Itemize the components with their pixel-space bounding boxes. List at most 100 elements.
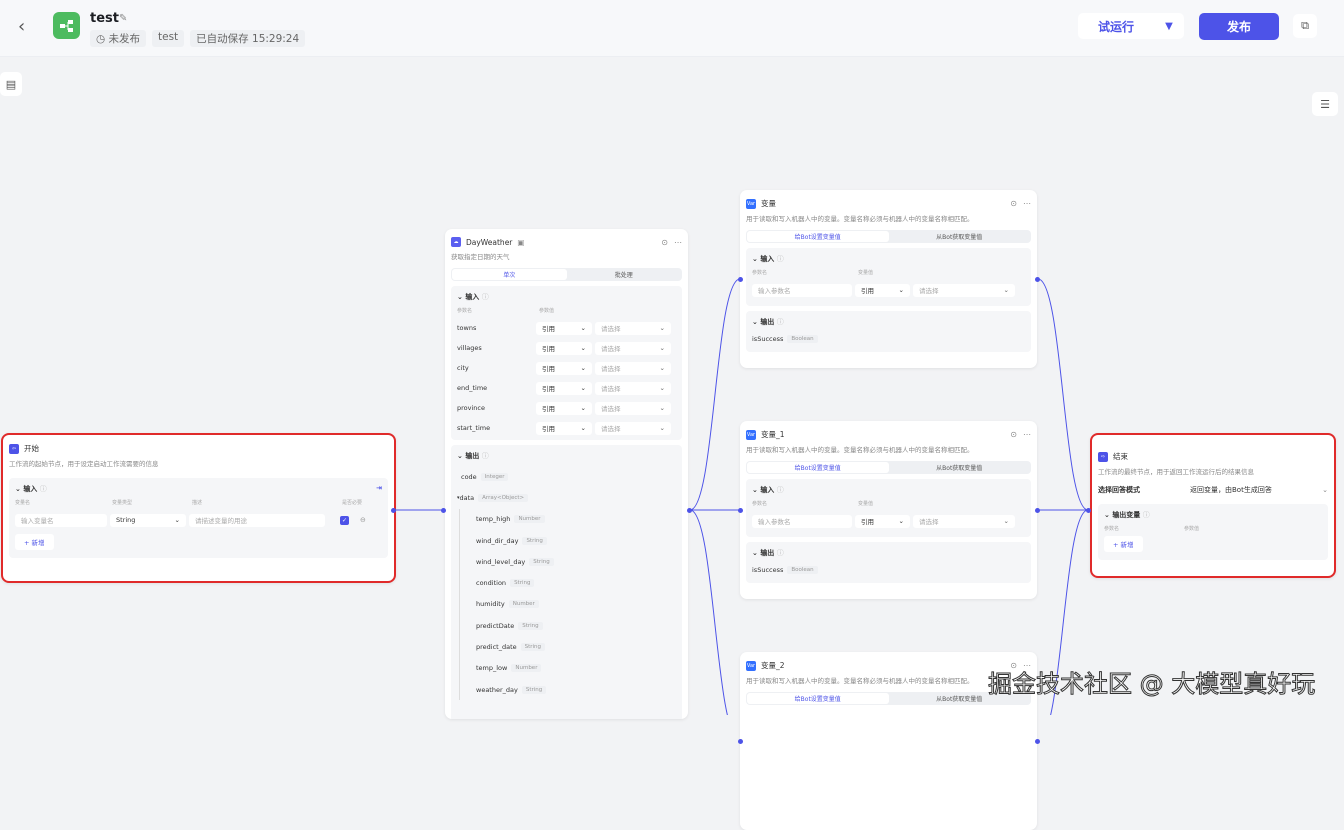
input-row: villages 引用 ⌄ 请选择 ⌄	[457, 338, 676, 358]
more-icon[interactable]: ⋯	[1023, 199, 1031, 208]
watermark: 掘金技术社区 @ 大模型真好玩	[987, 670, 1316, 699]
value-select[interactable]: 请选择 ⌄	[595, 341, 671, 355]
end-icon: ⇨	[1098, 451, 1108, 462]
section-title: 输入	[23, 485, 38, 493]
node-desc: 工作流的最终节点，用于返回工作流运行后的结果信息	[1098, 468, 1254, 476]
add-variable-button[interactable]: + 新增	[15, 534, 54, 550]
variable-icon: Var	[746, 429, 756, 440]
param-name: towns	[457, 324, 477, 332]
output-child-row: temp_high Number	[460, 509, 676, 530]
tab-get-variable[interactable]: 从Bot获取变量值	[889, 231, 1031, 242]
variable-node[interactable]: Var 变量_1 ⊙ ⋯ 用于读取和写入机器人中的变量。变量名称必须与机器人中的变量名…	[740, 421, 1037, 599]
port[interactable]	[738, 277, 743, 282]
run-icon[interactable]: ⊙	[1010, 430, 1017, 439]
edge-weather-var	[689, 278, 741, 511]
output-row: code Integer	[457, 466, 676, 487]
param-name: end_time	[457, 384, 488, 392]
input-row: end_time 引用 ⌄ 请选择 ⌄	[457, 378, 676, 398]
mode-select[interactable]: 引用 ⌄	[536, 361, 592, 375]
node-title: 变量	[761, 199, 776, 208]
more-icon[interactable]: ⋯	[1023, 430, 1031, 439]
port[interactable]	[1086, 508, 1091, 513]
tab-set-variable[interactable]: 给Bot设置变量值	[747, 231, 889, 242]
end-node[interactable]: ⇨ 结束 工作流的最终节点，用于返回工作流运行后的结果信息 选择回答模式 返回变量…	[1090, 433, 1336, 578]
output-child-row: weather_day String	[460, 679, 676, 700]
description-input[interactable]: 请描述变量的用途	[189, 513, 325, 527]
mode-select[interactable]: 引用 ⌄	[536, 401, 592, 415]
node-desc: 工作流的起始节点，用于设定启动工作流需要的信息	[9, 460, 159, 468]
start-node[interactable]: ⇦ 开始 工作流的起始节点，用于设定启动工作流需要的信息 ⌄ 输入 ⓘ ⇥ 变量名变…	[1, 433, 396, 583]
node-desc: 获取指定日期的天气	[451, 253, 510, 261]
start-icon: ⇦	[9, 443, 19, 454]
tab-single[interactable]: 单次	[452, 269, 567, 280]
output-child-row: wind_dir_day String	[460, 530, 676, 551]
input-row: city 引用 ⌄ 请选择 ⌄	[457, 358, 676, 378]
variable-node[interactable]: Var 变量 ⊙ ⋯ 用于读取和写入机器人中的变量。变量名称必须与机器人中的变量名称相…	[740, 190, 1037, 368]
node-title: 变量_2	[761, 661, 785, 670]
dayweather-node[interactable]: ☁ DayWeather ▣ ⊙ ⋯ 获取指定日期的天气 单次 批处理 ⌄ 输入 ⓘ 参数…	[445, 229, 688, 719]
run-icon[interactable]: ⊙	[1010, 199, 1017, 208]
port[interactable]	[391, 508, 396, 513]
port[interactable]	[1035, 739, 1040, 744]
input-row: start_time 引用 ⌄ 请选择 ⌄	[457, 418, 676, 438]
mode-select[interactable]: 引用 ⌄	[855, 283, 910, 297]
port[interactable]	[687, 508, 692, 513]
more-icon[interactable]: ⋯	[674, 238, 682, 247]
run-icon[interactable]: ⊙	[661, 238, 668, 247]
node-title: 开始	[24, 444, 39, 453]
param-name-input[interactable]: 输入参数名	[752, 514, 852, 528]
output-child-row: predict_date String	[460, 636, 676, 657]
node-title: 结束	[1113, 452, 1128, 461]
tab-set-variable[interactable]: 给Bot设置变量值	[747, 693, 889, 704]
mode-select[interactable]: 引用 ⌄	[855, 514, 910, 528]
port[interactable]	[738, 739, 743, 744]
value-select[interactable]: 请选择 ⌄	[595, 361, 671, 375]
output-child-row: condition String	[460, 572, 676, 593]
value-select[interactable]: 请选择 ⌄	[595, 381, 671, 395]
edge-var-end	[1037, 278, 1089, 511]
param-name: villages	[457, 344, 482, 352]
input-row: towns 引用 ⌄ 请选择 ⌄	[457, 318, 676, 338]
value-select[interactable]: 请选择 ⌄	[913, 514, 1015, 528]
mode-select[interactable]: 引用 ⌄	[536, 381, 592, 395]
variable-icon: Var	[746, 198, 756, 209]
mode-select[interactable]: 引用 ⌄	[536, 421, 592, 435]
port[interactable]	[738, 508, 743, 513]
tab-set-variable[interactable]: 给Bot设置变量值	[747, 462, 889, 473]
param-name: province	[457, 404, 485, 412]
plugin-icon: ☁	[451, 237, 461, 247]
port[interactable]	[1035, 277, 1040, 282]
output-child-row: predictDate String	[460, 615, 676, 636]
node-desc: 用于读取和写入机器人中的变量。变量名称必须与机器人中的变量名称相匹配。	[746, 446, 974, 454]
variable-icon: Var	[746, 660, 756, 671]
param-name: city	[457, 364, 469, 372]
add-output-button[interactable]: + 新增	[1104, 536, 1143, 552]
edge-weather-var2	[689, 509, 728, 715]
param-name: start_time	[457, 424, 491, 432]
tab-batch[interactable]: 批处理	[567, 269, 682, 280]
tab-get-variable[interactable]: 从Bot获取变量值	[889, 462, 1031, 473]
remove-icon[interactable]: ⊖	[360, 516, 366, 524]
output-child-row: humidity Number	[460, 594, 676, 615]
answer-mode-select[interactable]: 返回变量，由Bot生成回答	[1190, 485, 1272, 495]
value-select[interactable]: 请选择 ⌄	[595, 421, 671, 435]
value-select[interactable]: 请选择 ⌄	[595, 321, 671, 335]
node-title: DayWeather	[466, 237, 513, 247]
value-select[interactable]: 请选择 ⌄	[913, 283, 1015, 297]
node-title: 变量_1	[761, 430, 785, 439]
output-child-row: wind_level_day String	[460, 551, 676, 572]
input-row: province 引用 ⌄ 请选择 ⌄	[457, 398, 676, 418]
port[interactable]	[1035, 508, 1040, 513]
node-desc: 用于读取和写入机器人中的变量。变量名称必须与机器人中的变量名称相匹配。	[746, 215, 974, 223]
required-checkbox[interactable]: ✓	[340, 515, 349, 525]
variable-name-input[interactable]: 输入变量名	[15, 513, 107, 527]
output-row: ▾ data Array<Object>	[457, 487, 676, 508]
value-select[interactable]: 请选择 ⌄	[595, 401, 671, 415]
mode-select[interactable]: 引用 ⌄	[536, 321, 592, 335]
variable-type-select[interactable]: String ⌄	[110, 513, 186, 527]
port[interactable]	[441, 508, 446, 513]
import-icon[interactable]: ⇥	[376, 484, 382, 494]
answer-mode-label: 选择回答模式	[1098, 486, 1140, 494]
mode-select[interactable]: 引用 ⌄	[536, 341, 592, 355]
param-name-input[interactable]: 输入参数名	[752, 283, 852, 297]
